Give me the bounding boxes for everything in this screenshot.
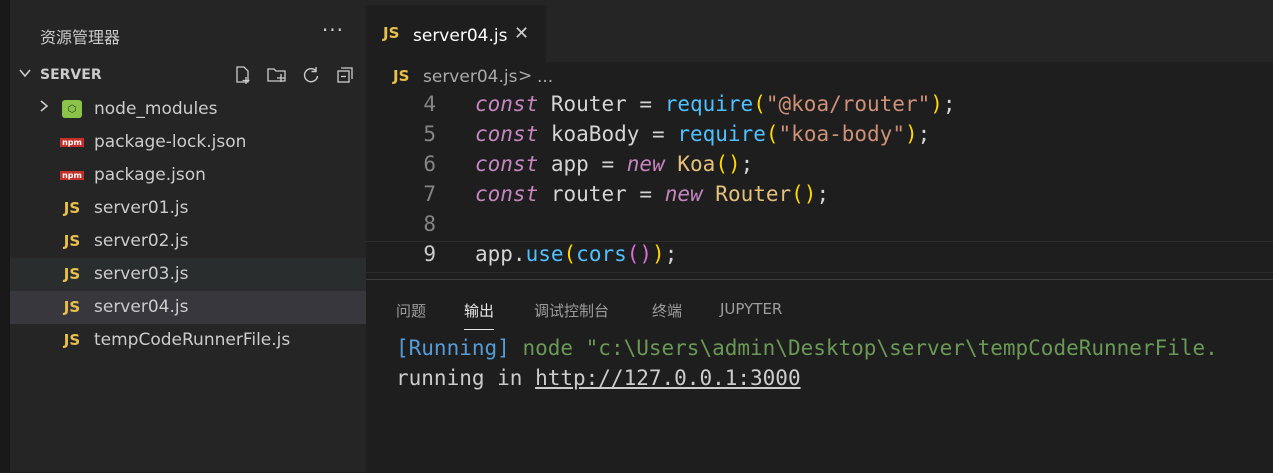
tab-output[interactable]: 输出 (464, 300, 495, 330)
new-file-icon[interactable] (232, 64, 254, 86)
code-line: 6 const app = new Koa(); (366, 152, 1273, 182)
file-name: tempCodeRunnerFile.js (94, 330, 291, 350)
tab-jupyter[interactable]: JUPYTER (720, 300, 782, 318)
section-label: SERVER (40, 67, 102, 83)
tab-debug-console[interactable]: 调试控制台 (534, 300, 609, 321)
code-line: 8 (366, 212, 1273, 242)
tab-label: server04.js (413, 26, 508, 46)
js-icon: JS (63, 265, 81, 283)
file-name: server04.js (94, 297, 189, 317)
file-row-tempcoderunner[interactable]: JS tempCodeRunnerFile.js (10, 324, 366, 357)
line-number: 7 (423, 182, 436, 206)
output-line: running in http://127.0.0.1:3000 (396, 366, 801, 390)
code-line-current: 9 app.use(cors()); (366, 241, 1273, 273)
js-icon: JS (63, 232, 81, 250)
node-folder-icon: ⬡ (60, 99, 84, 119)
run-command: node "c:\Users\admin\Desktop\server\temp… (509, 336, 1218, 360)
new-folder-icon[interactable] (266, 64, 288, 86)
editor-area: JS server04.js ✕ JS server04.js > ... 4 … (366, 0, 1273, 473)
server-url-link[interactable]: http://127.0.0.1:3000 (535, 366, 801, 390)
output-text: running in (396, 366, 536, 390)
js-icon: JS (63, 331, 81, 349)
line-number: 5 (423, 122, 436, 146)
tab-terminal[interactable]: 终端 (652, 300, 682, 321)
file-name: package-lock.json (94, 132, 247, 152)
js-icon: JS (383, 24, 400, 42)
explorer-title: 资源管理器 (40, 28, 121, 47)
breadcrumb: JS server04.js > ... (366, 62, 1273, 94)
chevron-right-icon (38, 98, 50, 118)
line-number: 4 (423, 92, 436, 116)
tab-problems[interactable]: 问题 (396, 300, 426, 321)
js-icon: JS (63, 298, 81, 316)
file-tree: ⬡ node_modules npm package-lock.json npm… (10, 93, 366, 357)
output-line: [Running] node "c:\Users\admin\Desktop\s… (396, 336, 1218, 360)
code-line: 7 const router = new Router(); (366, 182, 1273, 212)
activity-bar (0, 0, 10, 472)
file-row-node-modules[interactable]: ⬡ node_modules (10, 93, 366, 126)
section-header-server[interactable]: SERVER (10, 62, 366, 90)
file-name: server03.js (94, 264, 189, 284)
npm-icon: npm (60, 137, 84, 147)
breadcrumb-symbols[interactable]: ... (537, 67, 553, 87)
code-line: 5 const koaBody = require("koa-body"); (366, 122, 1273, 152)
line-number: 8 (423, 212, 436, 236)
line-number: 6 (423, 152, 436, 176)
file-row-package[interactable]: npm package.json (10, 159, 366, 192)
collapse-all-icon[interactable] (334, 64, 356, 86)
code-editor[interactable]: 4 const Router = require("@koa/router");… (366, 92, 1273, 276)
explorer-sidebar: 资源管理器 ··· SERVER ⬡ node_modules npm pack… (10, 0, 366, 472)
file-name: server01.js (94, 198, 189, 218)
tab-server04[interactable]: JS server04.js ✕ (366, 5, 546, 62)
file-row-server01[interactable]: JS server01.js (10, 192, 366, 225)
file-row-server04[interactable]: JS server04.js (10, 291, 366, 324)
npm-icon: npm (60, 170, 84, 180)
chevron-right-icon: > (518, 66, 533, 86)
output-console[interactable]: [Running] node "c:\Users\admin\Desktop\s… (396, 336, 1218, 432)
file-name: server02.js (94, 231, 189, 251)
close-icon[interactable]: ✕ (514, 23, 529, 44)
bottom-panel: 问题 输出 调试控制台 终端 JUPYTER [Running] node "c… (366, 279, 1273, 473)
file-row-package-lock[interactable]: npm package-lock.json (10, 126, 366, 159)
file-row-server02[interactable]: JS server02.js (10, 225, 366, 258)
code-line: 4 const Router = require("@koa/router"); (366, 92, 1273, 122)
js-icon: JS (63, 199, 81, 217)
file-name: package.json (94, 165, 206, 185)
refresh-icon[interactable] (300, 64, 322, 86)
chevron-down-icon (18, 66, 32, 84)
more-actions-icon[interactable]: ··· (322, 18, 344, 42)
file-name: node_modules (94, 99, 218, 119)
running-tag: [Running] (396, 336, 510, 360)
line-number: 9 (423, 242, 436, 266)
js-icon: JS (393, 67, 410, 85)
file-row-server03[interactable]: JS server03.js (10, 258, 366, 291)
panel-tabs: 问题 输出 调试控制台 终端 JUPYTER (366, 280, 1273, 338)
tab-bar: JS server04.js ✕ (366, 0, 1273, 62)
breadcrumb-file[interactable]: server04.js (423, 67, 517, 87)
